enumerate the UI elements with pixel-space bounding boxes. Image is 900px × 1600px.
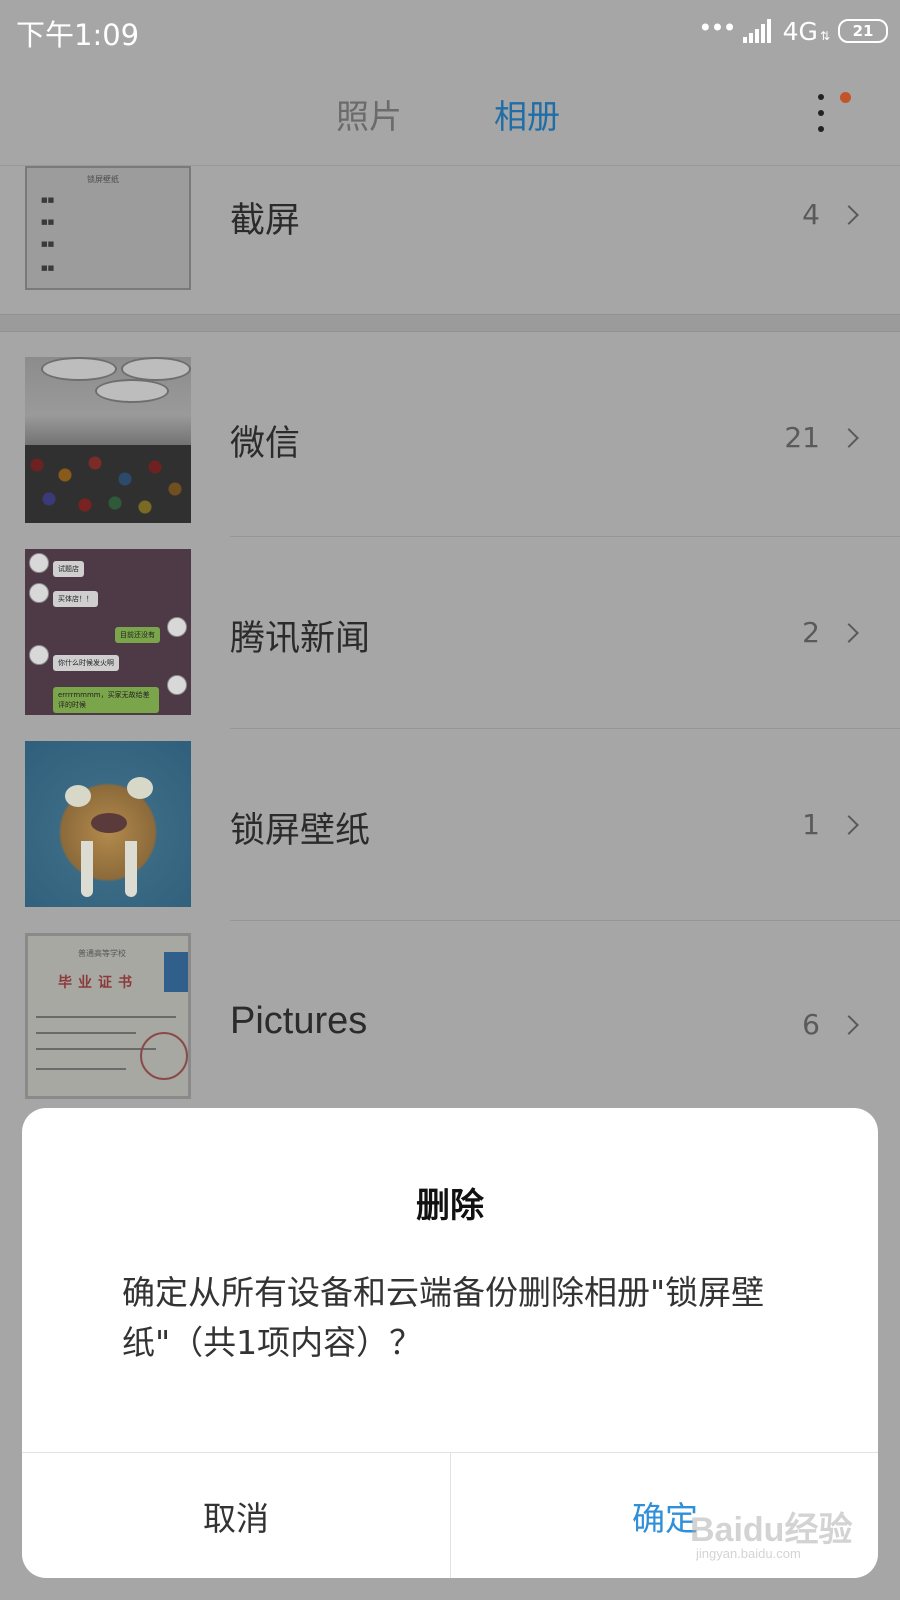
data-activity-icon: ⇅ xyxy=(819,29,830,43)
chevron-right-icon xyxy=(839,623,859,643)
network-type: 4G xyxy=(782,16,818,46)
thumbnail-text: ■■ xyxy=(41,240,55,248)
album-name: 截屏 xyxy=(230,201,301,241)
dialog-message: 确定从所有设备和云端备份删除相册"锁屏壁纸"（共1项内容）？ xyxy=(122,1273,765,1362)
battery-icon: 21 xyxy=(838,19,888,43)
album-thumbnail: 试题店 买体店！！ 目前还没有 你什么时候发火啊 errrrmmmm，买家无故给… xyxy=(25,549,191,715)
notification-badge-dot xyxy=(840,92,851,103)
status-icons: ••• 4G ⇅ 21 xyxy=(698,14,888,46)
album-thumbnail: 普通高等学校 毕业证书 xyxy=(25,933,191,1099)
album-row-screenshots[interactable]: 锁屏壁纸 ■■ ■■ ■■ ■■ 截屏 4 xyxy=(0,120,900,310)
watermark-url: jingyan.baidu.com xyxy=(696,1546,801,1561)
album-row-pictures[interactable]: 普通高等学校 毕业证书 Pictures 6 xyxy=(0,924,900,1114)
thumbnail-text: 目前还没有 xyxy=(115,627,160,643)
album-thumbnail xyxy=(25,357,191,523)
album-row-tencent-news[interactable]: 试题店 买体店！！ 目前还没有 你什么时候发火啊 errrrmmmm，买家无故给… xyxy=(0,540,900,730)
thumbnail-text: 普通高等学校 xyxy=(78,949,126,958)
battery-level: 21 xyxy=(852,22,874,40)
album-name: Pictures xyxy=(230,1000,368,1042)
album-count: 6 xyxy=(802,1008,820,1041)
album-count: 4 xyxy=(802,198,820,231)
thumbnail-text: ■■ xyxy=(41,196,55,204)
row-divider xyxy=(230,536,900,537)
album-name: 微信 xyxy=(230,424,301,464)
watermark-text: Baidu经验 xyxy=(690,1511,853,1549)
screen: 下午1:09 ••• 4G ⇅ 21 照片 相册 锁屏壁纸 ■■ ■■ ■■ ■… xyxy=(0,0,900,1600)
row-divider xyxy=(230,920,900,921)
baidu-watermark-logo: Baidu经验 jingyan.baidu.com xyxy=(690,1502,860,1572)
album-count: 21 xyxy=(784,421,820,454)
thumbnail-text: 锁屏壁纸 xyxy=(87,175,119,184)
thumbnail-text: ■■ xyxy=(41,218,55,226)
chevron-right-icon xyxy=(839,428,859,448)
more-notifications-icon: ••• xyxy=(698,14,736,42)
thumbnail-text: 买体店！！ xyxy=(53,591,98,607)
album-thumbnail: 锁屏壁纸 ■■ ■■ ■■ ■■ xyxy=(25,166,191,290)
section-divider xyxy=(0,314,900,332)
album-row-wechat[interactable]: 微信 21 xyxy=(0,345,900,535)
chevron-right-icon xyxy=(839,815,859,835)
cancel-button[interactable]: 取消 xyxy=(22,1453,450,1578)
album-count: 2 xyxy=(802,616,820,649)
album-row-lockscreen-wallpaper[interactable]: 锁屏壁纸 1 xyxy=(0,732,900,922)
row-divider xyxy=(230,728,900,729)
album-name: 锁屏壁纸 xyxy=(230,811,371,851)
thumbnail-text: 毕业证书 xyxy=(58,975,138,991)
thumbnail-text: 你什么时候发火啊 xyxy=(53,655,119,671)
thumbnail-text: 试题店 xyxy=(53,561,84,577)
thumbnail-text: ■■ xyxy=(41,264,55,272)
album-thumbnail xyxy=(25,741,191,907)
thumbnail-text: errrrmmmm，买家无故给差评的时候 xyxy=(53,687,159,713)
signal-strength-icon xyxy=(742,19,775,43)
chevron-right-icon xyxy=(839,1015,859,1035)
album-name: 腾讯新闻 xyxy=(230,619,371,659)
status-bar: 下午1:09 ••• 4G ⇅ 21 xyxy=(0,0,900,62)
album-count: 1 xyxy=(802,808,820,841)
status-time: 下午1:09 xyxy=(16,18,140,52)
chevron-right-icon xyxy=(839,205,859,225)
dialog-title: 删除 xyxy=(416,1186,484,1226)
